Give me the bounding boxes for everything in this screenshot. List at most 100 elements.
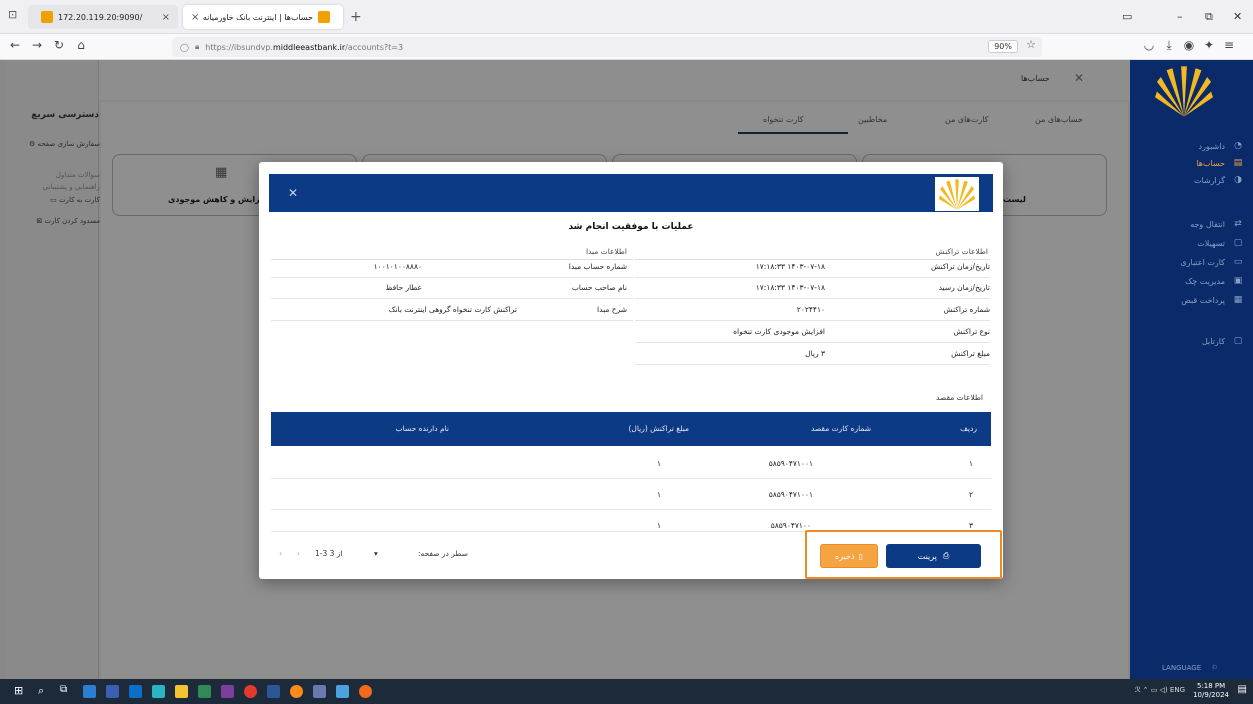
sidebar-item-loans[interactable]: ▢ تسهیلات	[1130, 234, 1253, 252]
sidebar-item-dashboard[interactable]: ◔ داشبورد	[1130, 137, 1253, 155]
close-window-icon[interactable]: ✕	[1233, 10, 1242, 23]
language-switch[interactable]: LANGUAGE ⚐	[1162, 664, 1218, 672]
close-icon[interactable]: ✕	[1074, 71, 1084, 85]
home-icon[interactable]: ⌂	[72, 38, 90, 52]
top-page-bar: Ⓐ حساب‌ها ✕	[6, 60, 1130, 100]
sidebar-label: گزارشات	[1194, 175, 1225, 185]
menu-icon[interactable]: ≡	[1220, 38, 1238, 52]
sidebar-item-cartable[interactable]: ▢ کارتابل	[1130, 332, 1253, 350]
page-title: حساب‌ها	[1021, 74, 1050, 83]
sidebar-item-cheque[interactable]: ▣ مدیریت چک	[1130, 272, 1253, 290]
customize-label: سفارش سازی صفحه	[37, 140, 100, 148]
new-tab-button[interactable]: +	[350, 9, 362, 25]
customize-page-link[interactable]: سفارش سازی صفحه ⚙	[12, 140, 100, 148]
column-header: شماره کارت مقصد	[810, 424, 871, 433]
search-icon[interactable]: ⌕	[38, 684, 44, 698]
account-icon[interactable]: ◉	[1180, 38, 1198, 52]
firefox-icon[interactable]	[290, 685, 303, 698]
restore-icon[interactable]: ⧉	[1205, 10, 1213, 24]
teams-icon[interactable]	[106, 685, 119, 698]
quick-item-block-card[interactable]: مسدود کردن کارت ⊠	[12, 217, 100, 225]
minimize-icon[interactable]: –	[1177, 10, 1183, 23]
save-icon: ▯	[858, 551, 863, 561]
task-view-icon[interactable]: ⧉	[60, 684, 67, 695]
tab-petty-cash-card[interactable]: کارت تنخواه	[763, 115, 804, 124]
dest-info-title: اطلاعات مقصد	[936, 393, 983, 402]
sidebar-label: حساب‌ها	[1196, 158, 1225, 168]
loan-icon: ▢	[1233, 238, 1243, 248]
browser-tab-title: 172.20.119.20:9090/	[58, 12, 143, 22]
prev-page-icon[interactable]: ‹	[279, 549, 282, 558]
zoom-badge[interactable]: 90%	[988, 40, 1018, 53]
rows-per-page-label: سطر در صفحه:	[418, 549, 468, 558]
file-explorer-icon[interactable]	[175, 685, 188, 698]
rows-per-page-select[interactable]: ▾	[374, 549, 378, 558]
divider	[635, 298, 990, 299]
favicon-icon	[318, 11, 330, 23]
tx-label: نوع تراکنش	[953, 327, 990, 336]
close-tab-icon[interactable]: ×	[191, 12, 199, 23]
column-header: مبلغ تراکنش (ریال)	[628, 424, 689, 433]
app-icon[interactable]	[359, 685, 372, 698]
system-tray[interactable]: ℛ ⌃ ▭ ◁) ENG	[1135, 686, 1185, 694]
tx-label: مبلغ تراکنش	[951, 349, 990, 358]
back-icon[interactable]: ←	[6, 38, 24, 52]
url-domain: middleeastbank.ir	[272, 42, 346, 52]
browser-tab-2[interactable]: حساب‌ها | اینترنت بانک خاورمیانه ×	[183, 5, 343, 29]
tab-contacts[interactable]: مخاطبین	[858, 115, 887, 124]
bookmark-star-icon[interactable]: ☆	[1026, 38, 1036, 51]
cell-index: ۱	[968, 459, 973, 468]
browser-tab-1[interactable]: 172.20.119.20:9090/ ×	[28, 5, 178, 29]
bg-card-label: افزایش و کاهش موجودی	[168, 195, 269, 204]
sidebar-item-bill[interactable]: ▦ پرداخت قبض	[1130, 291, 1253, 309]
sidebar-item-transfer[interactable]: ⇄ انتقال وجه	[1130, 215, 1253, 233]
extensions-icon[interactable]: ✦	[1200, 38, 1218, 52]
quick-access-title: دسترسی سریع	[31, 110, 99, 120]
quick-item-card-to-card[interactable]: کارت به کارت ▭	[12, 196, 100, 204]
dest-table-header: ردیف شماره کارت مقصد مبلغ تراکنش (ریال) …	[271, 412, 991, 446]
cell-index: ۲	[968, 490, 973, 499]
pocket-icon[interactable]: ◡	[1140, 38, 1158, 52]
vscode-icon[interactable]	[83, 685, 96, 698]
tx-row: تاریخ/زمان رسید ۱۴۰۳-۰۷-۱۸ ۱۷:۱۸:۳۳	[635, 283, 990, 298]
chrome-icon[interactable]	[244, 685, 257, 698]
divider	[271, 298, 633, 299]
tx-row: شماره تراکنش ۲۰۲۴۴۱۰	[635, 305, 990, 320]
tab-my-cards[interactable]: کارت‌های من	[945, 115, 988, 124]
app-icon[interactable]	[313, 685, 326, 698]
sidebar-label: تسهیلات	[1197, 238, 1225, 248]
windows-start-icon[interactable]: ⊞	[14, 684, 23, 697]
edge-icon[interactable]	[152, 685, 165, 698]
download-icon[interactable]: ⤓	[1160, 38, 1178, 53]
cell-amount: ۱	[656, 490, 661, 499]
tab-list-icon[interactable]: ▭	[1122, 10, 1132, 23]
print-button[interactable]: ⎙ پرینت	[886, 544, 981, 568]
forward-icon[interactable]: →	[28, 38, 46, 52]
tx-info-header: اطلاعات تراکنش	[635, 244, 990, 260]
next-page-icon[interactable]: ›	[297, 549, 300, 558]
sidebar-item-accounts[interactable]: ▤ حساب‌ها	[1130, 154, 1253, 172]
save-button[interactable]: ▯ ذخیره	[820, 544, 878, 568]
tab-overview-icon[interactable]: ⊡	[8, 8, 17, 21]
page-range: 1-3 از 3	[315, 549, 343, 558]
cell-index: ۳	[968, 521, 973, 530]
quick-item-help[interactable]: راهنمایی و پشتیبانی	[12, 183, 100, 191]
block-card-label: مسدود کردن کارت	[44, 217, 100, 225]
url-field[interactable]: ◯ 🔒︎ https://ibsundvp. middleeastbank.ir /…	[172, 37, 1042, 57]
tab-my-accounts[interactable]: حساب‌های من	[1035, 115, 1083, 124]
outlook-icon[interactable]	[129, 685, 142, 698]
taskbar-clock[interactable]: 5:18 PM 10/9/2024	[1193, 682, 1229, 700]
src-value: تراکنش کارت تنخواه گروهی اینترنت بانک	[388, 305, 517, 314]
modal-close-icon[interactable]: ✕	[288, 186, 298, 200]
excel-icon[interactable]	[198, 685, 211, 698]
word-icon[interactable]	[267, 685, 280, 698]
reload-icon[interactable]: ↻	[50, 38, 68, 52]
sidebar-item-credit-card[interactable]: ▭ کارت اعتباری	[1130, 253, 1253, 271]
notification-icon[interactable]: ▤	[1238, 684, 1247, 695]
app-icon[interactable]	[336, 685, 349, 698]
sidebar-label: انتقال وجه	[1190, 219, 1225, 229]
onenote-icon[interactable]	[221, 685, 234, 698]
quick-item-faq[interactable]: سوالات متداول	[12, 171, 100, 179]
close-tab-icon[interactable]: ×	[162, 12, 170, 23]
sidebar-item-reports[interactable]: ◑ گزارشات	[1130, 171, 1253, 189]
